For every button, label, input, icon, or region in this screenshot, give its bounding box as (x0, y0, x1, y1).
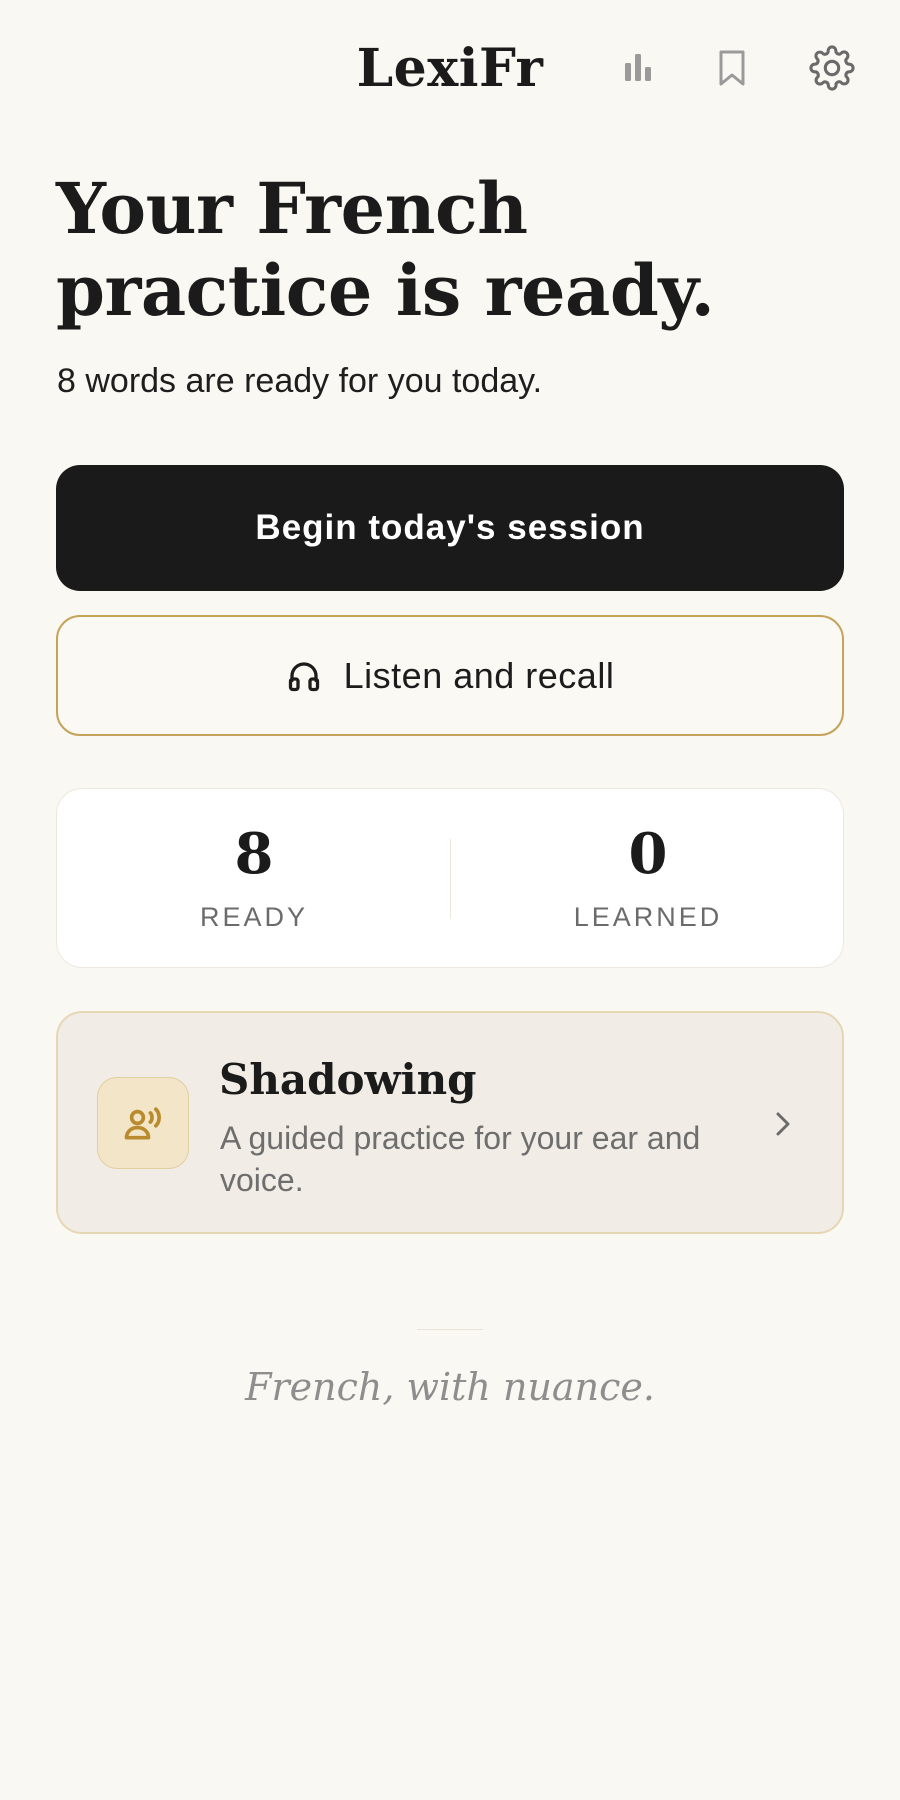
ready-count: 8 (234, 821, 274, 887)
app-title: LexiFr (356, 38, 544, 99)
begin-session-label: Begin today's session (255, 508, 645, 547)
shadowing-card[interactable]: Shadowing A guided practice for your ear… (56, 1011, 844, 1234)
shadowing-icon-box (97, 1077, 189, 1169)
shadowing-title: Shadowing (219, 1055, 477, 1104)
home-screen: LexiFr Your French practice is ready. 8 … (0, 0, 900, 1800)
bar-chart-icon (625, 54, 651, 81)
footer-divider (417, 1329, 483, 1330)
stat-learned: 0 LEARNED (451, 789, 845, 969)
page-subtitle: 8 words are ready for you today. (57, 362, 543, 400)
learned-label: LEARNED (573, 902, 723, 932)
ready-label: READY (199, 902, 309, 932)
app-header: LexiFr (0, 0, 900, 140)
speaking-person-icon (124, 1107, 161, 1140)
headphones-icon (288, 661, 319, 691)
listen-and-recall-button[interactable]: Listen and recall (56, 615, 844, 736)
stat-ready: 8 READY (57, 789, 451, 969)
settings-button[interactable] (808, 44, 856, 92)
listen-and-recall-label: Listen and recall (343, 654, 615, 696)
stats-button[interactable] (614, 44, 662, 92)
gear-icon (809, 45, 855, 91)
bookmarks-button[interactable] (708, 44, 756, 92)
page-title: Your French practice is ready. (56, 167, 715, 332)
chevron-right-icon (768, 1109, 798, 1139)
learned-count: 0 (628, 821, 668, 887)
footer-tagline: French, with nuance. (245, 1365, 655, 1409)
stats-card: 8 READY 0 LEARNED (56, 788, 844, 968)
begin-session-button[interactable]: Begin today's session (56, 465, 844, 591)
bookmark-icon (719, 50, 745, 86)
shadowing-description: A guided practice for your ear and voice… (220, 1120, 701, 1198)
